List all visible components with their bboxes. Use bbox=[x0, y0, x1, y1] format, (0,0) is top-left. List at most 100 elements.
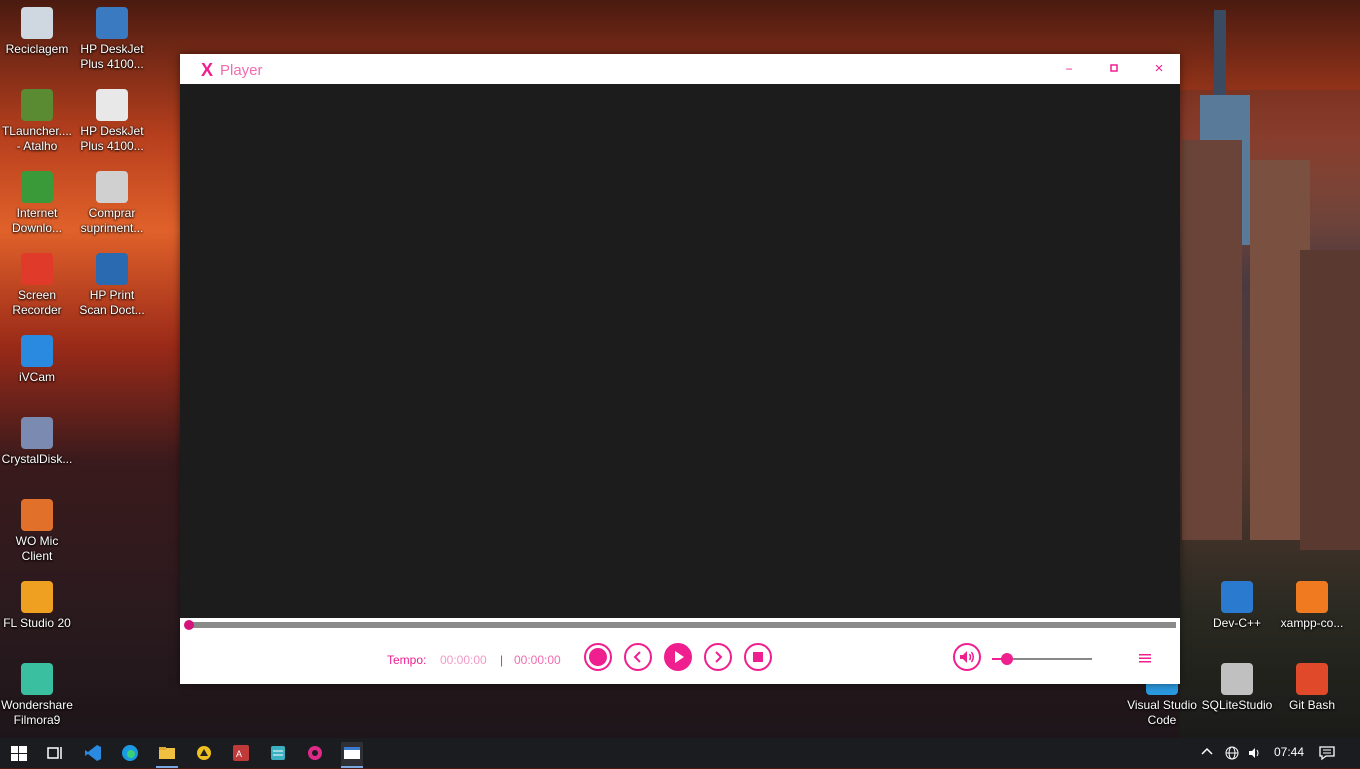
desktop-icon-label: TLauncher.... - Atalho bbox=[1, 124, 73, 153]
start-button[interactable] bbox=[8, 742, 30, 764]
previous-button[interactable] bbox=[624, 643, 652, 671]
record-button[interactable] bbox=[584, 643, 612, 671]
volume-tray-button[interactable] bbox=[1247, 745, 1263, 764]
minecraft-icon bbox=[21, 89, 53, 121]
maximize-button[interactable] bbox=[1105, 60, 1123, 78]
desktop-icon[interactable]: Reciclagem bbox=[0, 7, 74, 57]
speaker-icon bbox=[960, 651, 974, 663]
desktop-icon[interactable]: Wondershare Filmora9 bbox=[0, 663, 74, 728]
desktop-icon[interactable]: FL Studio 20 bbox=[0, 581, 74, 631]
desktop-icon-label: Internet Downlo... bbox=[11, 206, 63, 235]
desktop-icon[interactable]: Comprar supriment... bbox=[75, 171, 149, 236]
background-building bbox=[1300, 250, 1360, 550]
title-bar[interactable]: X Player − × bbox=[180, 54, 1180, 84]
window-app-icon bbox=[344, 747, 360, 759]
total-time: 00:00:00 bbox=[514, 653, 561, 667]
desktop-icon[interactable]: Git Bash bbox=[1275, 663, 1349, 713]
desktop-icon-label: HP Print Scan Doct... bbox=[79, 288, 145, 317]
app-logo: X bbox=[201, 60, 214, 80]
crystaldisk-icon bbox=[21, 417, 53, 449]
warning-app-icon bbox=[197, 746, 211, 760]
desktop-icon-label: Visual Studio Code bbox=[1127, 698, 1197, 727]
taskbar-app-stack[interactable] bbox=[267, 742, 289, 764]
play-button[interactable] bbox=[664, 643, 692, 671]
taskbar-file-explorer[interactable] bbox=[156, 742, 178, 768]
globe-icon bbox=[1225, 746, 1239, 760]
dev-cpp-icon bbox=[1221, 581, 1253, 613]
desktop-icon[interactable]: xampp-co... bbox=[1275, 581, 1349, 631]
stop-icon bbox=[753, 652, 763, 662]
desktop-icon-label: Comprar supriment... bbox=[80, 206, 144, 235]
desktop-icon-label: Reciclagem bbox=[5, 42, 69, 56]
desktop-icon[interactable]: HP DeskJet Plus 4100... bbox=[75, 7, 149, 72]
network-button[interactable] bbox=[1224, 745, 1240, 764]
recycle-bin-icon bbox=[21, 7, 53, 39]
desktop-icon-label: Git Bash bbox=[1288, 698, 1336, 712]
clock[interactable]: 07:44 bbox=[1274, 745, 1304, 759]
desktop-icon-label: SQLiteStudio bbox=[1201, 698, 1273, 712]
taskbar: A 07:44 bbox=[0, 738, 1360, 768]
desktop-icon-label: CrystalDisk... bbox=[1, 452, 73, 466]
scanner-icon bbox=[96, 7, 128, 39]
taskbar-xplayer[interactable] bbox=[341, 742, 363, 768]
task-view-button[interactable] bbox=[44, 742, 66, 764]
desktop-icon[interactable]: Dev-C++ bbox=[1200, 581, 1274, 631]
task-view-icon bbox=[47, 747, 62, 759]
desktop-icon[interactable]: WO Mic Client bbox=[0, 499, 74, 564]
volume-slider-thumb[interactable] bbox=[1001, 653, 1013, 665]
desktop-icon[interactable]: SQLiteStudio bbox=[1200, 663, 1274, 713]
desktop-icon[interactable]: HP Print Scan Doct... bbox=[75, 253, 149, 318]
desktop-icon[interactable]: CrystalDisk... bbox=[0, 417, 74, 467]
webcam-icon bbox=[21, 335, 53, 367]
screen-recorder-icon bbox=[21, 253, 53, 285]
background-building bbox=[1182, 140, 1242, 540]
download-manager-icon bbox=[21, 171, 53, 203]
taskbar-vscode[interactable] bbox=[82, 742, 104, 764]
desktop-icon[interactable]: TLauncher.... - Atalho bbox=[0, 89, 74, 154]
vscode-icon bbox=[85, 745, 101, 761]
seek-thumb[interactable] bbox=[184, 620, 194, 630]
desktop-icon-label: Dev-C++ bbox=[1212, 616, 1262, 630]
xampp-icon bbox=[1296, 581, 1328, 613]
microphone-icon bbox=[21, 499, 53, 531]
seek-track[interactable] bbox=[186, 622, 1176, 628]
speaker-icon bbox=[1249, 748, 1259, 758]
desktop-icon-label: WO Mic Client bbox=[15, 534, 59, 563]
desktop-icon-label: HP DeskJet Plus 4100... bbox=[80, 42, 144, 71]
desktop-icon[interactable]: Screen Recorder bbox=[0, 253, 74, 318]
notification-icon bbox=[1319, 746, 1335, 761]
hamburger-menu-icon bbox=[1139, 654, 1151, 663]
desktop-icon[interactable]: iVCam bbox=[0, 335, 74, 385]
volume-button[interactable] bbox=[953, 643, 981, 671]
stop-button[interactable] bbox=[744, 643, 772, 671]
printer-icon bbox=[96, 89, 128, 121]
record-icon bbox=[589, 648, 607, 666]
show-hidden-icons-button[interactable] bbox=[1200, 745, 1214, 762]
taskbar-app-pink[interactable] bbox=[304, 742, 326, 764]
menu-button[interactable] bbox=[1138, 651, 1152, 670]
folder-icon bbox=[159, 747, 175, 759]
chevron-up-icon bbox=[1201, 747, 1213, 755]
edge-icon bbox=[122, 745, 138, 761]
print-scan-doctor-icon bbox=[96, 253, 128, 285]
git-bash-icon bbox=[1296, 663, 1328, 695]
windows-start-icon bbox=[11, 746, 27, 761]
window-title: Player bbox=[220, 62, 263, 79]
video-area[interactable] bbox=[180, 84, 1180, 618]
taskbar-app-yellow[interactable] bbox=[193, 742, 215, 764]
action-center-button[interactable] bbox=[1318, 745, 1336, 764]
current-time: 00:00:00 bbox=[440, 653, 487, 667]
chevron-right-icon bbox=[715, 651, 723, 663]
desktop-icon[interactable]: HP DeskJet Plus 4100... bbox=[75, 89, 149, 154]
time-label: Tempo: bbox=[387, 653, 427, 667]
taskbar-edge[interactable] bbox=[119, 742, 141, 764]
next-button[interactable] bbox=[704, 643, 732, 671]
close-button[interactable]: × bbox=[1150, 60, 1168, 78]
minimize-button[interactable]: − bbox=[1060, 60, 1078, 78]
desktop-icon-label: xampp-co... bbox=[1280, 616, 1344, 630]
player-window: X Player − × Tempo: 00:00:00 | 00:00:00 bbox=[180, 54, 1180, 684]
chevron-left-icon bbox=[633, 651, 641, 663]
seek-bar[interactable] bbox=[180, 618, 1180, 634]
taskbar-access[interactable]: A bbox=[230, 742, 252, 764]
desktop-icon[interactable]: Internet Downlo... bbox=[0, 171, 74, 236]
